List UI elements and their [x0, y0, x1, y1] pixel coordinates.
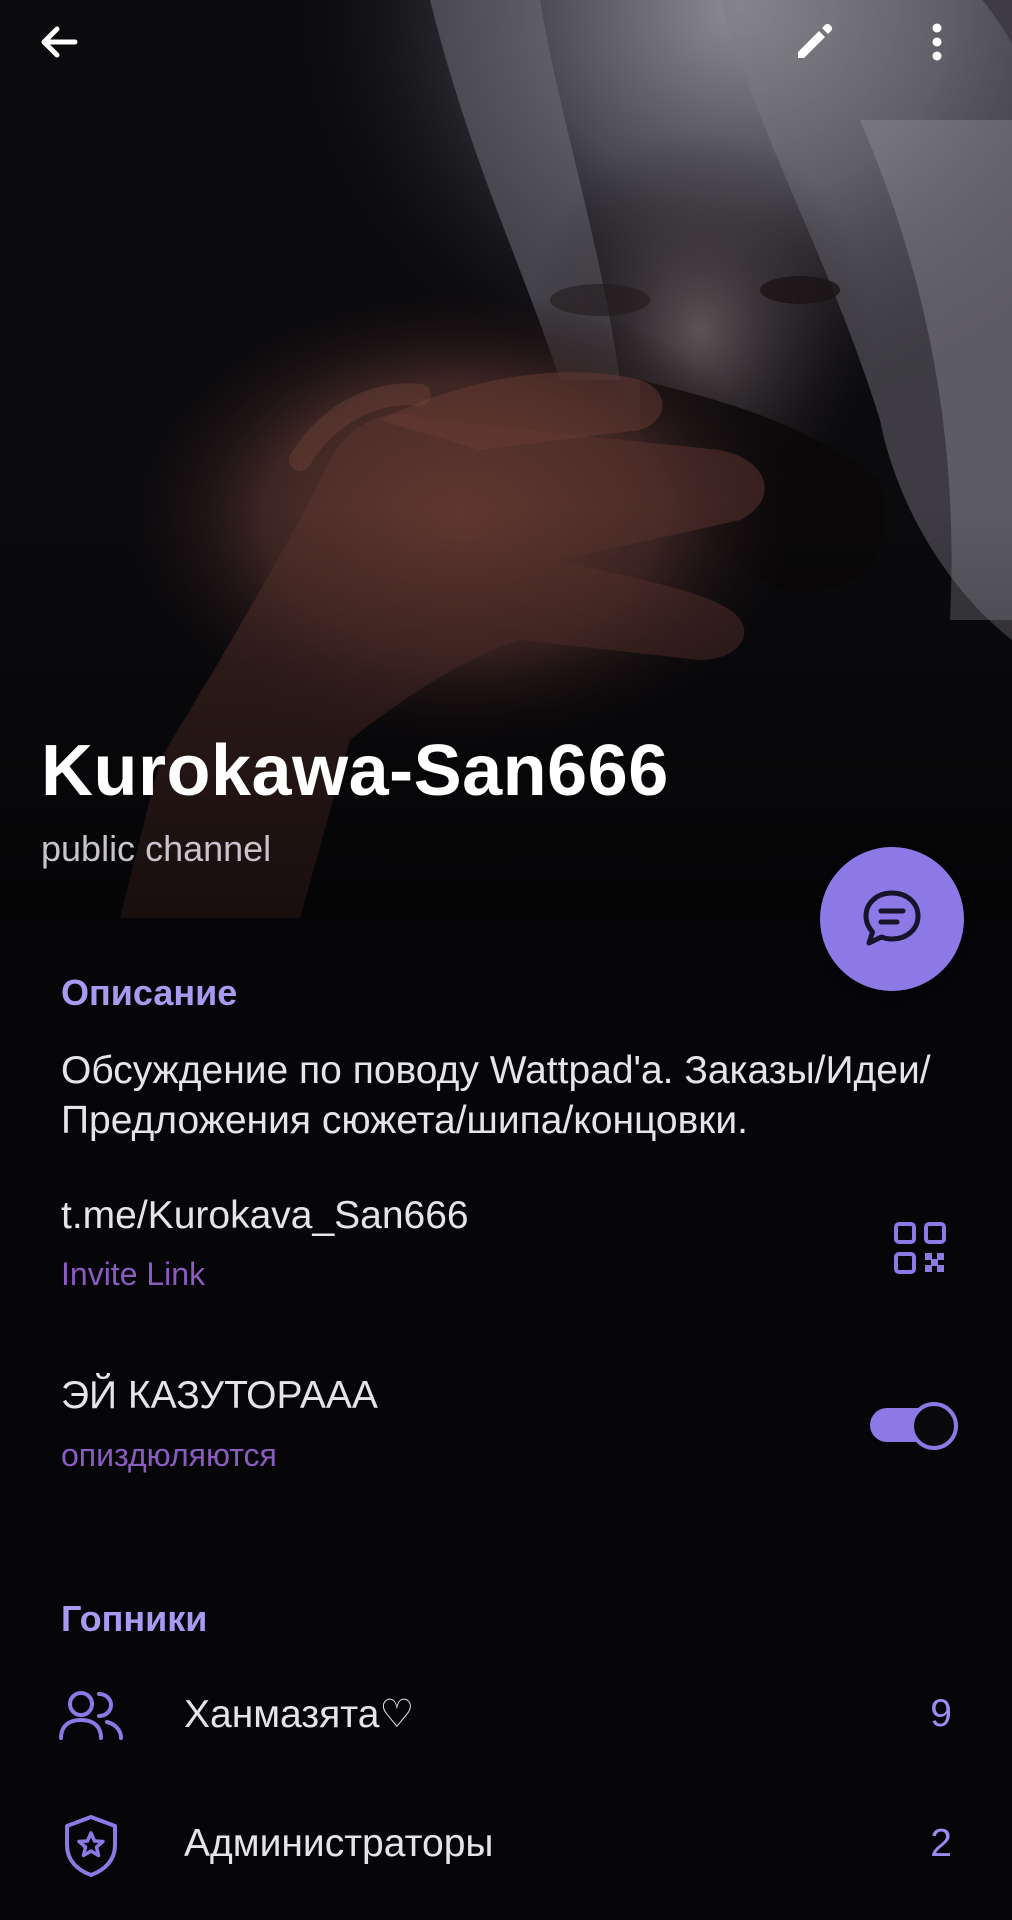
- discussion-button[interactable]: [820, 847, 964, 991]
- list-item-label: Администраторы: [184, 1822, 494, 1865]
- pencil-icon: [798, 23, 833, 58]
- members-icon: [55, 1680, 127, 1752]
- chat-bubble-icon: [863, 890, 921, 946]
- admin-shield-icon: [55, 1810, 127, 1882]
- back-button[interactable]: [35, 18, 107, 90]
- list-item-administrators[interactable]: Администраторы 2: [0, 1784, 1012, 1904]
- channel-description: Обсуждение по поводу Wattpad'a. Заказы/И…: [61, 1049, 931, 1142]
- invite-link[interactable]: t.me/Kurokava_San666: [61, 1194, 469, 1238]
- channel-header-photo: Kurokawa-San666 public channel: [0, 0, 1012, 918]
- edit-button[interactable]: [790, 18, 862, 90]
- qr-code-icon: [894, 1222, 946, 1274]
- members-section-header: Гопники: [61, 1598, 208, 1639]
- description-section-header: Описание: [61, 972, 238, 1013]
- setting-toggle[interactable]: [868, 1400, 958, 1450]
- qr-code-button[interactable]: [884, 1212, 956, 1284]
- setting-label: ЭЙ КАЗУТОРААА: [61, 1374, 378, 1417]
- more-vertical-icon: [932, 23, 942, 61]
- channel-title: Kurokawa-San666: [41, 731, 669, 811]
- invite-link-label: Invite Link: [61, 1256, 206, 1292]
- toggle-thumb: [910, 1402, 958, 1450]
- list-item-count: 2: [930, 1822, 952, 1865]
- list-item-subscribers[interactable]: Ханмазята♡ 9: [0, 1654, 1012, 1774]
- list-item-label: Ханмазята♡: [184, 1693, 415, 1736]
- arrow-left-icon: [41, 26, 78, 58]
- channel-subtitle: public channel: [41, 828, 272, 869]
- more-options-button[interactable]: [913, 18, 985, 90]
- channel-info-screen: Kurokawa-San666 public channel Описание …: [0, 0, 1012, 1920]
- setting-sublabel: опиздюляются: [61, 1437, 277, 1473]
- list-item-count: 9: [930, 1692, 952, 1735]
